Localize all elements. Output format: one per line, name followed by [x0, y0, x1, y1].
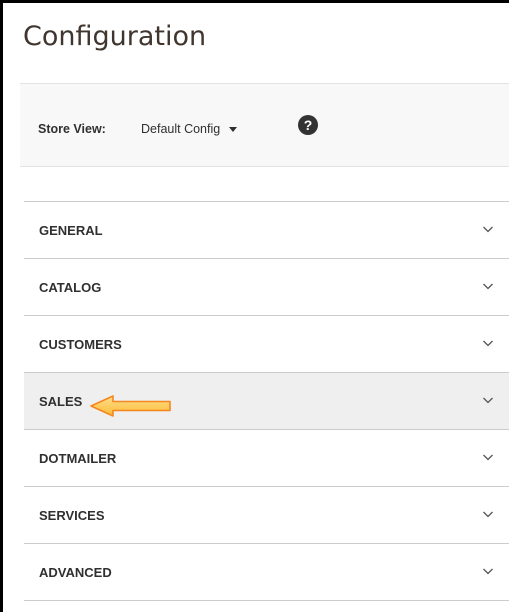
section-general[interactable]: GENERAL [24, 202, 509, 259]
chevron-down-icon [483, 283, 493, 290]
section-services[interactable]: SERVICES [24, 487, 509, 544]
chevron-down-icon [483, 340, 493, 347]
caret-down-icon [229, 127, 238, 132]
page-title: Configuration [23, 21, 207, 52]
left-arrow-annotation-icon [90, 395, 171, 417]
section-label: DOTMAILER [39, 451, 117, 466]
help-icon[interactable]: ? [298, 115, 318, 135]
section-customers[interactable]: CUSTOMERS [24, 316, 509, 373]
chevron-down-icon [483, 511, 493, 518]
store-view-bar: Store View: Default Config ? [20, 83, 509, 167]
section-dotmailer[interactable]: DOTMAILER [24, 430, 509, 487]
screenshot-frame: Configuration Store View: Default Config… [0, 0, 509, 612]
section-label: ADVANCED [39, 565, 112, 580]
chevron-down-icon [483, 568, 493, 575]
section-catalog[interactable]: CATALOG [24, 259, 509, 316]
section-label: SALES [39, 394, 83, 409]
chevron-down-icon [483, 454, 493, 461]
store-view-dropdown[interactable]: Default Config [141, 122, 238, 136]
section-label: CATALOG [39, 280, 102, 295]
store-view-current: Default Config [141, 122, 221, 136]
chevron-down-icon [483, 397, 493, 404]
store-view-label: Store View: [38, 122, 106, 136]
section-advanced[interactable]: ADVANCED [24, 544, 509, 601]
chevron-down-icon [483, 226, 493, 233]
section-label: GENERAL [39, 223, 103, 238]
section-label: CUSTOMERS [39, 337, 122, 352]
section-label: SERVICES [39, 508, 105, 523]
